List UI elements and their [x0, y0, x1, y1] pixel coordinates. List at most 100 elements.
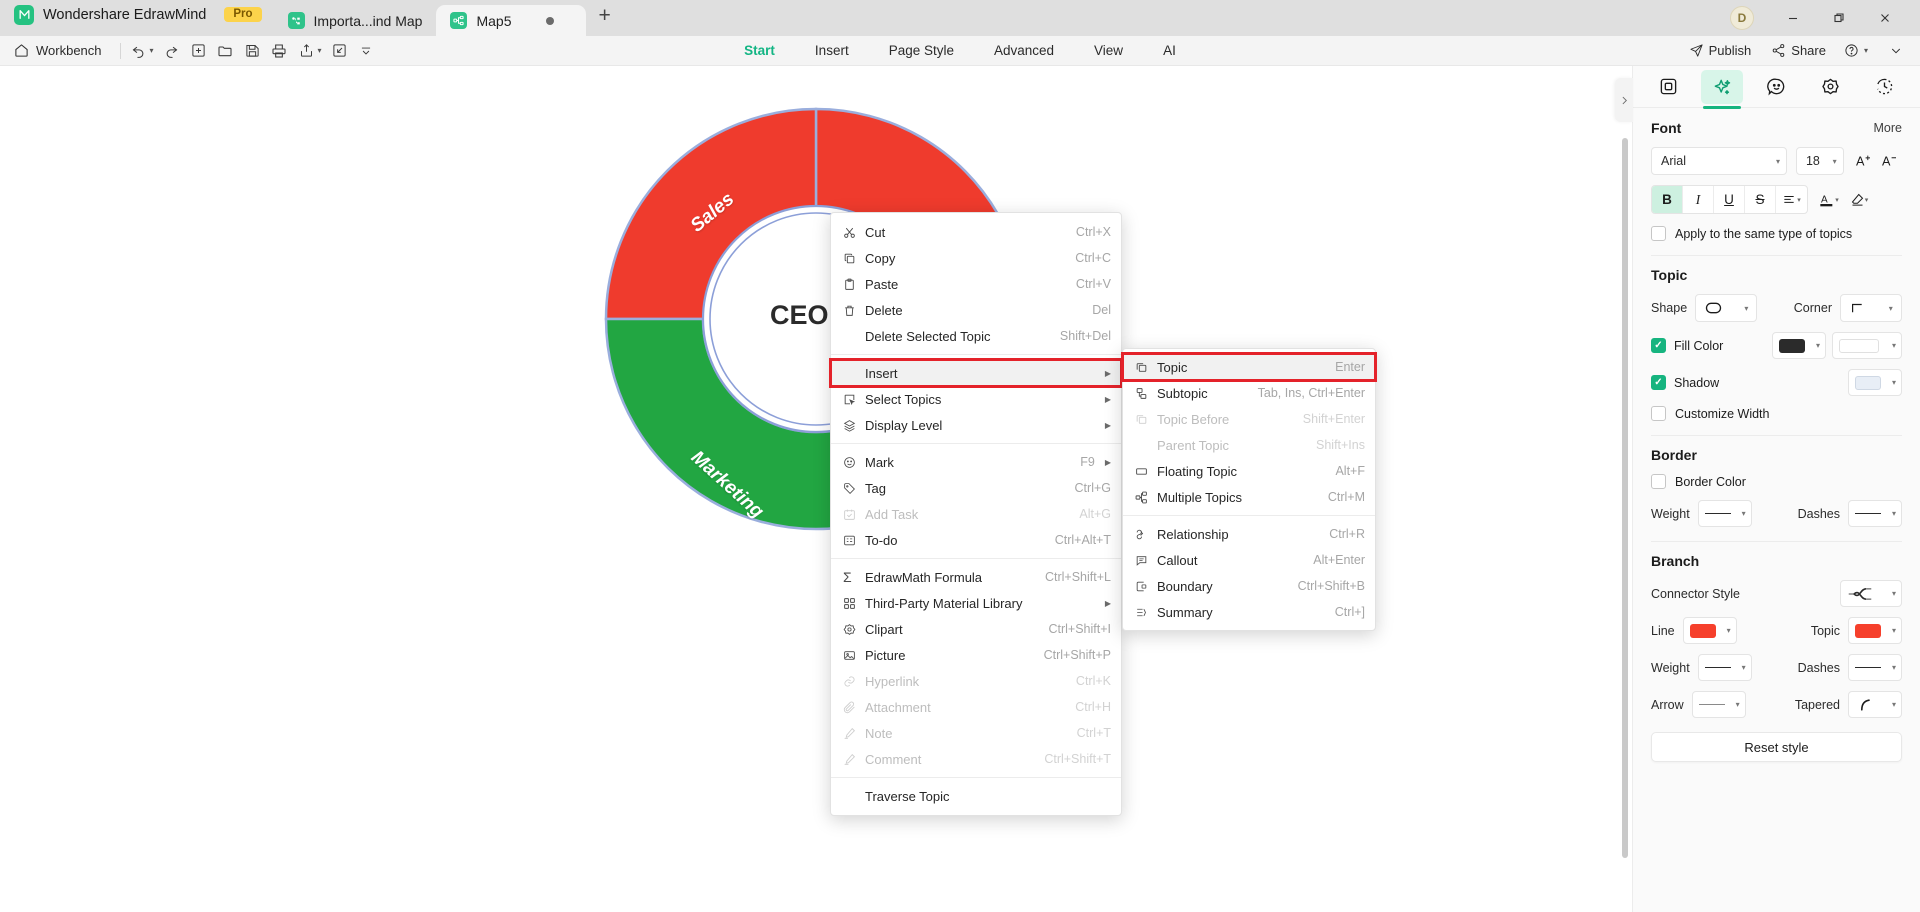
- border-weight-select[interactable]: ▾: [1697, 500, 1752, 527]
- reset-style-button[interactable]: Reset style: [1651, 732, 1902, 762]
- context-menu-item-edrawmath-formula[interactable]: Σ EdrawMath Formula Ctrl+Shift+L: [831, 564, 1121, 590]
- new-icon[interactable]: [186, 39, 211, 63]
- more-options-icon[interactable]: [354, 39, 379, 63]
- bold-button[interactable]: B: [1652, 186, 1683, 213]
- font-size-select[interactable]: 18 ▾: [1795, 147, 1844, 175]
- submenu-item-callout[interactable]: Callout Alt+Enter: [1123, 547, 1375, 573]
- context-menu[interactable]: Cut Ctrl+X Copy Ctrl+C Paste Ctrl+V Dele…: [829, 212, 1123, 816]
- undo-icon[interactable]: [126, 39, 151, 63]
- branch-arrow-select[interactable]: ▾: [1691, 691, 1746, 718]
- ribbon-tab-view[interactable]: View: [1094, 36, 1123, 66]
- panel-tab-emoji[interactable]: [1755, 70, 1797, 104]
- fill-color-checkbox[interactable]: ✓: [1651, 338, 1666, 353]
- font-family-select[interactable]: Arial ▾: [1651, 147, 1787, 175]
- text-color-button[interactable]: A ▾: [1816, 187, 1842, 213]
- publish-button[interactable]: Publish: [1686, 43, 1755, 58]
- submenu-item-subtopic[interactable]: Subtopic Tab, Ins, Ctrl+Enter: [1123, 380, 1375, 406]
- highlight-color-button[interactable]: ▾: [1846, 187, 1872, 213]
- branch-tapered-select[interactable]: ▾: [1848, 691, 1902, 718]
- context-menu-item-cut[interactable]: Cut Ctrl+X: [831, 219, 1121, 245]
- context-menu-item-picture[interactable]: Picture Ctrl+Shift+P: [831, 642, 1121, 668]
- branch-line-color-select[interactable]: ▾: [1682, 617, 1737, 644]
- underline-button[interactable]: U: [1714, 186, 1745, 213]
- shadow-color-select[interactable]: ▾: [1848, 369, 1902, 396]
- new-tab-button[interactable]: +: [586, 5, 622, 31]
- undo-dropdown-icon[interactable]: ▾: [150, 46, 154, 55]
- ribbon-tab-ai[interactable]: AI: [1163, 36, 1176, 66]
- decrease-font-size-button[interactable]: A: [1878, 148, 1902, 174]
- save-icon[interactable]: [240, 39, 265, 63]
- minimize-button[interactable]: [1772, 2, 1814, 34]
- context-menu-item-delete-selected-topic[interactable]: Delete Selected Topic Shift+Del: [831, 323, 1121, 349]
- apply-same-type-row[interactable]: Apply to the same type of topics: [1651, 226, 1902, 241]
- ribbon-collapse-button[interactable]: [1886, 44, 1906, 58]
- branch-weight-select[interactable]: ▾: [1697, 654, 1752, 681]
- context-menu-item-paste[interactable]: Paste Ctrl+V: [831, 271, 1121, 297]
- strikethrough-button[interactable]: S: [1745, 186, 1776, 213]
- canvas-vertical-scrollbar[interactable]: [1622, 138, 1628, 858]
- branch-dashes-select[interactable]: ▾: [1848, 654, 1902, 681]
- context-menu-item-third-party-material-library[interactable]: Third-Party Material Library ▶: [831, 590, 1121, 616]
- export-dropdown-icon[interactable]: ▾: [318, 46, 322, 55]
- help-button[interactable]: ▾: [1841, 43, 1871, 58]
- submenu-item-floating-topic[interactable]: Floating Topic Alt+F: [1123, 458, 1375, 484]
- shape-select[interactable]: ▾: [1695, 294, 1758, 322]
- workbench-button[interactable]: Workbench: [0, 43, 115, 58]
- user-avatar[interactable]: D: [1730, 6, 1754, 30]
- mindmap-canvas[interactable]: CEO Sales Marketing: [0, 66, 1632, 912]
- panel-tab-style[interactable]: [1701, 69, 1744, 109]
- submenu-item-multiple-topics[interactable]: Multiple Topics Ctrl+M: [1123, 484, 1375, 510]
- border-color-row[interactable]: Border Color: [1651, 474, 1902, 489]
- shadow-toggle[interactable]: ✓ Shadow: [1651, 375, 1719, 390]
- fill-color-toggle[interactable]: ✓ Fill Color: [1651, 338, 1723, 353]
- context-menu-item-display-level[interactable]: Display Level ▶: [831, 412, 1121, 438]
- increase-font-size-button[interactable]: A: [1852, 148, 1876, 174]
- corner-select[interactable]: ▾: [1840, 294, 1902, 322]
- submenu-item-summary[interactable]: Summary Ctrl+]: [1123, 599, 1375, 625]
- branch-topic-color-select[interactable]: ▾: [1848, 617, 1902, 644]
- help-dropdown-icon[interactable]: ▾: [1864, 46, 1868, 55]
- ribbon-tab-start[interactable]: Start: [744, 36, 775, 66]
- panel-tab-clipart[interactable]: [1810, 70, 1852, 104]
- context-menu-item-mark[interactable]: Mark F9 ▶: [831, 449, 1121, 475]
- ribbon-tab-page-style[interactable]: Page Style: [889, 36, 954, 66]
- submenu-item-relationship[interactable]: Relationship Ctrl+R: [1123, 521, 1375, 547]
- context-menu-item-select-topics[interactable]: Select Topics ▶: [831, 386, 1121, 412]
- context-menu-item-insert[interactable]: Insert ▶: [829, 358, 1123, 388]
- ribbon-tab-insert[interactable]: Insert: [815, 36, 849, 66]
- collapse-icon[interactable]: [327, 39, 352, 63]
- connector-style-select[interactable]: ▾: [1840, 580, 1902, 607]
- customize-width-checkbox[interactable]: [1651, 406, 1666, 421]
- document-tab-map5[interactable]: Map5: [436, 5, 587, 36]
- insert-submenu[interactable]: Topic Enter Subtopic Tab, Ins, Ctrl+Ente…: [1121, 348, 1377, 631]
- export-icon[interactable]: [294, 39, 319, 63]
- context-menu-item-clipart[interactable]: Clipart Ctrl+Shift+I: [831, 616, 1121, 642]
- font-more-button[interactable]: More: [1874, 121, 1902, 135]
- context-menu-item-todo[interactable]: To-do Ctrl+Alt+T: [831, 527, 1121, 553]
- shadow-checkbox[interactable]: ✓: [1651, 375, 1666, 390]
- panel-collapse-button[interactable]: [1615, 78, 1633, 122]
- ribbon-tab-advanced[interactable]: Advanced: [994, 36, 1054, 66]
- context-menu-item-copy[interactable]: Copy Ctrl+C: [831, 245, 1121, 271]
- context-menu-item-traverse-topic[interactable]: Traverse Topic: [831, 783, 1121, 809]
- open-icon[interactable]: [213, 39, 238, 63]
- border-dashes-select[interactable]: ▾: [1848, 500, 1902, 527]
- panel-tab-layout[interactable]: [1647, 70, 1689, 104]
- apply-same-type-checkbox[interactable]: [1651, 226, 1666, 241]
- italic-button[interactable]: I: [1683, 186, 1714, 213]
- fill-color-primary-select[interactable]: ▾: [1772, 332, 1826, 359]
- text-align-button[interactable]: ▾: [1776, 186, 1807, 213]
- maximize-button[interactable]: [1818, 2, 1860, 34]
- context-menu-item-delete[interactable]: Delete Del: [831, 297, 1121, 323]
- border-color-checkbox[interactable]: [1651, 474, 1666, 489]
- submenu-item-boundary[interactable]: Boundary Ctrl+Shift+B: [1123, 573, 1375, 599]
- document-tab-import[interactable]: Importa...ind Map: [273, 5, 437, 36]
- share-button[interactable]: Share: [1768, 43, 1829, 58]
- print-icon[interactable]: [267, 39, 292, 63]
- customize-width-row[interactable]: Customize Width: [1651, 406, 1902, 421]
- panel-tab-history[interactable]: [1864, 70, 1906, 104]
- redo-icon[interactable]: [159, 39, 184, 63]
- close-button[interactable]: [1864, 2, 1906, 34]
- submenu-item-topic[interactable]: Topic Enter: [1121, 352, 1377, 382]
- fill-color-secondary-select[interactable]: ▾: [1832, 332, 1902, 359]
